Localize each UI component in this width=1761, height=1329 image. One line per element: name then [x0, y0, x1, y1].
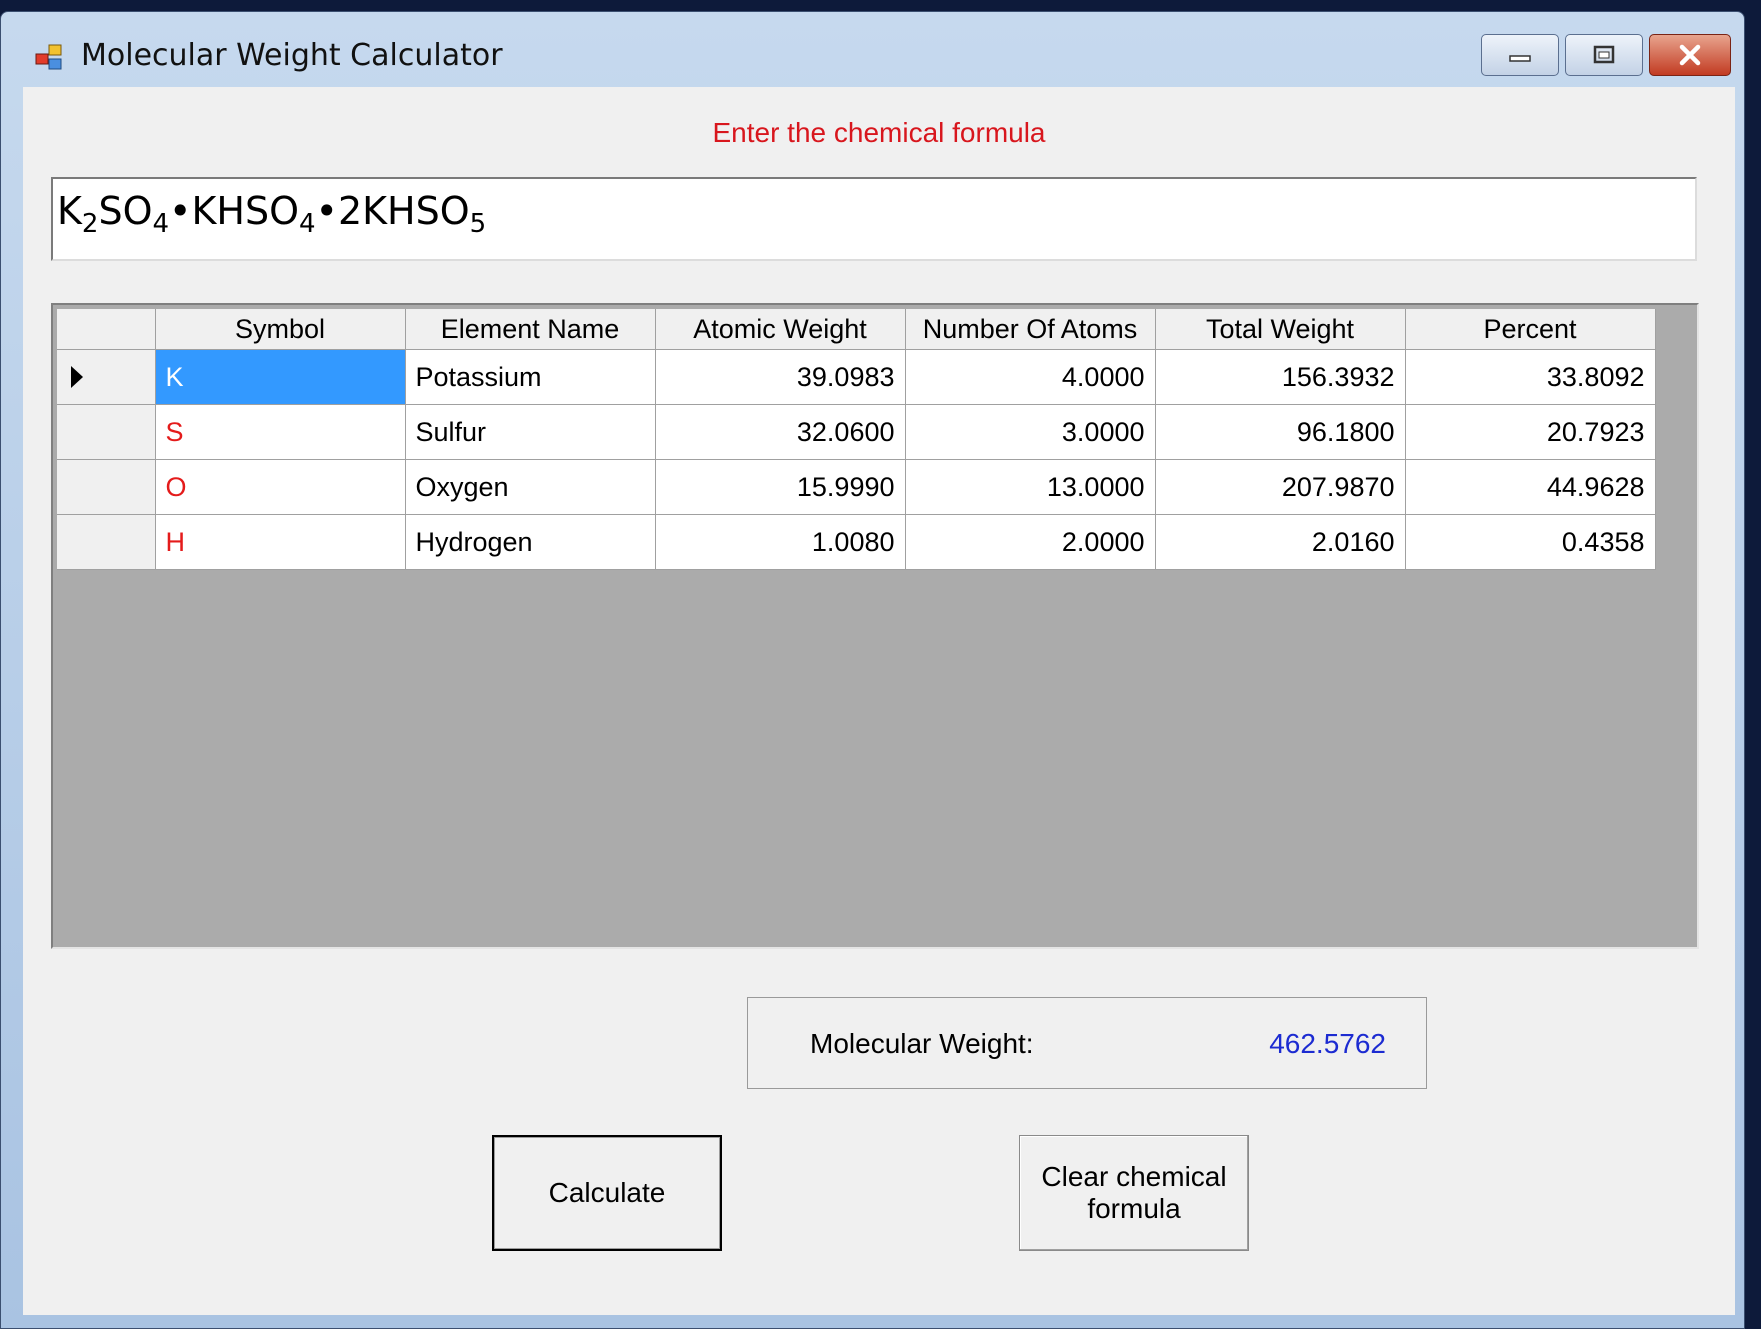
column-header-symbol[interactable]: Symbol: [155, 309, 406, 350]
percent-cell[interactable]: 0.4358: [1405, 514, 1656, 570]
symbol-cell[interactable]: O: [155, 459, 406, 515]
column-header-number-of-atoms[interactable]: Number Of Atoms: [905, 309, 1156, 350]
element-name-cell[interactable]: Oxygen: [405, 459, 656, 515]
atomic-weight-cell[interactable]: 15.9990: [655, 459, 906, 515]
element-data-grid[interactable]: Symbol Element Name Atomic Weight Number…: [51, 303, 1699, 949]
column-header-total-weight[interactable]: Total Weight: [1155, 309, 1406, 350]
molecular-weight-panel: Molecular Weight: 462.5762: [747, 997, 1427, 1089]
table-row[interactable]: O Oxygen 15.9990 13.0000 207.9870 44.962…: [57, 459, 1656, 515]
row-selector[interactable]: [57, 404, 156, 460]
element-name-cell[interactable]: Sulfur: [405, 404, 656, 460]
formula-text-part: SO: [98, 189, 153, 233]
symbol-cell[interactable]: K: [155, 349, 406, 405]
molecular-weight-value: 462.5762: [1269, 1028, 1386, 1059]
element-name-cell[interactable]: Hydrogen: [405, 514, 656, 570]
number-of-atoms-cell[interactable]: 2.0000: [905, 514, 1156, 570]
minimize-button[interactable]: [1481, 34, 1559, 76]
column-header-percent[interactable]: Percent: [1405, 309, 1656, 350]
atomic-weight-cell[interactable]: 39.0983: [655, 349, 906, 405]
number-of-atoms-cell[interactable]: 13.0000: [905, 459, 1156, 515]
window-title: Molecular Weight Calculator: [81, 38, 503, 73]
app-window: Molecular Weight Calculator Enter the ch…: [0, 11, 1745, 1329]
clear-formula-button[interactable]: Clear chemical formula: [1019, 1135, 1249, 1251]
chemical-formula-input[interactable]: K2SO4•KHSO4•2KHSO5: [51, 177, 1697, 261]
maximize-button[interactable]: [1565, 34, 1643, 76]
close-icon: [1679, 44, 1701, 66]
formula-text-part: K: [57, 189, 82, 233]
percent-cell[interactable]: 33.8092: [1405, 349, 1656, 405]
atomic-weight-cell[interactable]: 32.0600: [655, 404, 906, 460]
total-weight-cell[interactable]: 2.0160: [1155, 514, 1406, 570]
symbol-cell[interactable]: H: [155, 514, 406, 570]
formula-prompt-label: Enter the chemical formula: [712, 117, 1046, 148]
formula-subscript: 5: [469, 209, 487, 239]
column-header-atomic-weight[interactable]: Atomic Weight: [655, 309, 906, 350]
formula-subscript: 2: [81, 209, 99, 239]
row-header-corner: [57, 309, 156, 350]
row-selector[interactable]: [57, 349, 156, 405]
formula-subscript: 4: [299, 209, 316, 239]
row-selector[interactable]: [57, 459, 156, 515]
number-of-atoms-cell[interactable]: 3.0000: [905, 404, 1156, 460]
total-weight-cell[interactable]: 96.1800: [1155, 404, 1406, 460]
formula-text-part: •2KHSO: [315, 189, 470, 233]
total-weight-cell[interactable]: 156.3932: [1155, 349, 1406, 405]
close-button[interactable]: [1649, 34, 1731, 76]
form-client-area: Enter the chemical formula K2SO4•KHSO4•2…: [23, 87, 1735, 1315]
maximize-icon: [1593, 45, 1615, 64]
percent-cell[interactable]: 44.9628: [1405, 459, 1656, 515]
element-name-cell[interactable]: Potassium: [405, 349, 656, 405]
symbol-cell[interactable]: S: [155, 404, 406, 460]
percent-cell[interactable]: 20.7923: [1405, 404, 1656, 460]
calculate-button[interactable]: Calculate: [492, 1135, 722, 1251]
minimize-icon: [1509, 55, 1531, 62]
molecular-weight-label: Molecular Weight:: [810, 1028, 1034, 1059]
app-icon: [35, 44, 62, 70]
row-selector[interactable]: [57, 514, 156, 570]
element-table: Symbol Element Name Atomic Weight Number…: [57, 309, 1656, 570]
number-of-atoms-cell[interactable]: 4.0000: [905, 349, 1156, 405]
current-row-arrow-icon: [71, 366, 83, 388]
table-row[interactable]: S Sulfur 32.0600 3.0000 96.1800 20.7923: [57, 404, 1656, 460]
total-weight-cell[interactable]: 207.9870: [1155, 459, 1406, 515]
formula-text-part: •KHSO: [169, 189, 299, 233]
table-row[interactable]: H Hydrogen 1.0080 2.0000 2.0160 0.4358: [57, 514, 1656, 570]
header-row: Symbol Element Name Atomic Weight Number…: [57, 309, 1656, 350]
title-bar[interactable]: Molecular Weight Calculator: [1, 12, 1744, 86]
formula-subscript: 4: [152, 209, 170, 239]
atomic-weight-cell[interactable]: 1.0080: [655, 514, 906, 570]
table-row[interactable]: K Potassium 39.0983 4.0000 156.3932 33.8…: [57, 349, 1656, 405]
column-header-element-name[interactable]: Element Name: [405, 309, 656, 350]
